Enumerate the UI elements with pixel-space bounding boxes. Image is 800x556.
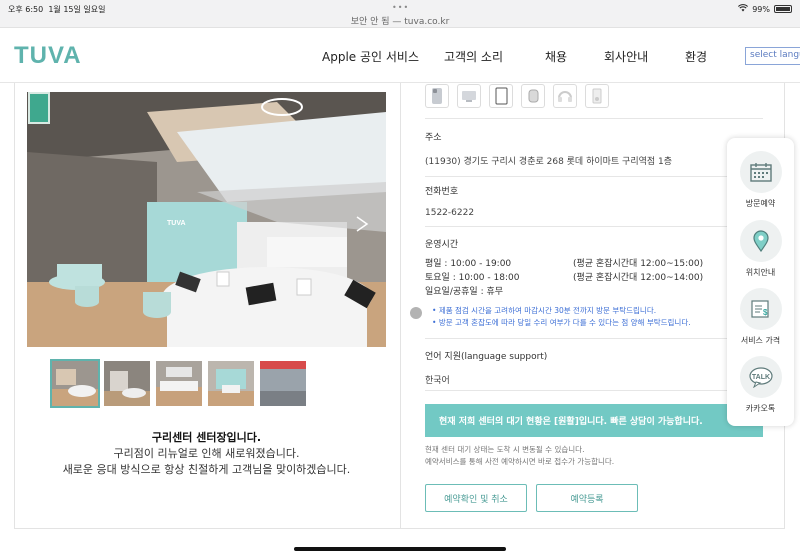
nav-customer-voice[interactable]: 고객의 소리	[444, 48, 545, 65]
quick-menu-label: 카카오톡	[745, 404, 776, 413]
nav-environment[interactable]: 환경	[685, 48, 707, 65]
site-header: TUVA Apple 공인 서비스 고객의 소리 채용 회사안내 환경 sele…	[0, 28, 800, 83]
language-section: 언어 지원(language support) 한국어	[425, 349, 763, 386]
address-bar-url[interactable]: 보안 안 됨 — tuva.co.kr	[0, 14, 800, 27]
hours-label-text: 운영시간	[425, 240, 459, 250]
main-nav: Apple 공인 서비스 고객의 소리 채용 회사안내 환경	[322, 48, 707, 65]
separator	[425, 226, 763, 227]
quick-location[interactable]: 위치안내	[727, 220, 794, 278]
phone-value[interactable]: 1522-6222	[425, 208, 763, 218]
nav-company[interactable]: 회사안내	[604, 48, 685, 65]
language-value: 한국어	[425, 376, 450, 386]
wifi-icon	[738, 4, 749, 14]
store-main-photo[interactable]: TUVA	[27, 92, 386, 347]
address-value: (11930) 경기도 구리시 경춘로 268 롯데 하이마트 구리역점 1층	[425, 157, 673, 167]
separator	[425, 118, 763, 119]
hours-label: 운영시간	[425, 237, 763, 250]
thumbnail-5[interactable]	[260, 361, 306, 406]
side-tab-marker[interactable]	[28, 92, 50, 124]
hours-day: 토요일 : 10:00 - 18:00	[425, 273, 520, 283]
hours-notes: 제품 점검 시간을 고려하여 마감시간 30분 전까지 방문 부탁드립니다. 방…	[432, 305, 691, 329]
battery-percent: 99%	[752, 4, 770, 14]
multitask-dots-icon[interactable]: •••	[392, 3, 409, 12]
hours-row: 일요일/공휴일 : 휴무	[425, 285, 763, 299]
reservation-register-button[interactable]: 예약등록	[536, 484, 638, 512]
hours-day: 일요일/공휴일 : 휴무	[425, 287, 504, 297]
mac-icon	[457, 84, 481, 108]
svg-text:TALK: TALK	[751, 374, 769, 381]
quick-menu-label: 방문예약	[745, 199, 776, 208]
hours-table: 평일 : 10:00 - 19:00 (평균 혼잡시간대 12:00~15:00)…	[425, 257, 763, 299]
hours-note: 제품 점검 시간을 고려하여 마감시간 30분 전까지 방문 부탁드립니다.	[432, 305, 691, 317]
nav-apple-service[interactable]: Apple 공인 서비스	[322, 48, 444, 65]
assistive-touch-dot[interactable]	[410, 307, 422, 319]
status-right: 99%	[738, 4, 792, 14]
ios-status-bar: 오후 6:50 1월 15일 일요일 ••• 보안 안 됨 — tuva.co.…	[0, 0, 800, 28]
column-divider	[400, 83, 401, 529]
nav-recruit[interactable]: 채용	[545, 48, 604, 65]
separator	[425, 390, 763, 391]
hours-row: 평일 : 10:00 - 19:00 (평균 혼잡시간대 12:00~15:00)	[425, 257, 763, 271]
address-section: 주소 (11930) 경기도 구리시 경춘로 268 롯데 하이마트 구리역점 …	[425, 130, 763, 167]
phone-section: 전화번호 1522-6222	[425, 184, 763, 218]
hours-row: 토요일 : 10:00 - 18:00 (평균 혼잡시간대 12:00~14:00…	[425, 271, 763, 285]
hours-busy: (평균 혼잡시간대 12:00~14:00)	[573, 273, 704, 283]
quick-menu-label: 위치안내	[745, 268, 776, 277]
hours-busy: (평균 혼잡시간대 12:00~15:00)	[573, 259, 704, 269]
reservation-check-button[interactable]: 예약확인 및 취소	[425, 484, 527, 512]
tuva-logo[interactable]: TUVA	[14, 42, 82, 70]
quick-visit-reservation[interactable]: 방문예약	[727, 151, 794, 209]
separator	[425, 338, 763, 339]
language-label: 언어 지원(language support)	[425, 352, 548, 362]
location-pin-icon	[739, 220, 782, 262]
quick-service-price[interactable]: $ 서비스 가격	[727, 288, 794, 346]
quick-menu: 방문예약 위치안내 $ 서비스 가격 TALK 카카오톡	[727, 138, 794, 426]
thumbnail-2[interactable]	[104, 361, 150, 406]
language-select[interactable]: select langua	[745, 47, 800, 65]
hours-day: 평일 : 10:00 - 19:00	[425, 259, 512, 269]
quick-menu-label: 서비스 가격	[740, 336, 781, 345]
wait-note: 현재 센터 대기 상태는 도착 시 변동될 수 있습니다.	[425, 445, 585, 454]
iphone-icon	[425, 84, 449, 108]
store-greeting: 구리센터 센터장입니다. 구리점이 리뉴얼로 인해 새로워졌습니다. 새로운 응…	[27, 430, 386, 478]
thumbnail-1[interactable]	[50, 359, 100, 408]
wait-status-notes: 현재 센터 대기 상태는 도착 시 변동될 수 있습니다. 예약서비스를 통해 …	[425, 444, 614, 468]
apple-watch-icon	[521, 84, 545, 108]
store-greeting-line1: 구리점이 리뉴얼로 인해 새로워졌습니다.	[113, 447, 300, 460]
airpods-max-icon	[553, 84, 577, 108]
address-label: 주소	[425, 133, 442, 143]
thumbnail-3[interactable]	[156, 361, 202, 406]
store-greeting-line2: 새로운 응대 방식으로 항상 친절하게 고객님을 맞이하겠습니다.	[62, 463, 351, 476]
home-indicator[interactable]	[294, 547, 506, 551]
phone-label: 전화번호	[425, 187, 459, 197]
wait-note: 예약서비스를 통해 사전 예약하시면 바로 접수가 가능합니다.	[425, 457, 615, 466]
ipod-icon	[585, 84, 609, 108]
hours-note: 방문 고객 혼잡도에 따라 당일 수리 여부가 다를 수 있다는 점 양해 부탁…	[432, 317, 691, 329]
price-receipt-icon: $	[739, 288, 782, 330]
calendar-icon	[739, 151, 782, 193]
svg-text:TUVA: TUVA	[167, 220, 186, 227]
battery-icon	[774, 5, 792, 13]
separator	[425, 176, 763, 177]
quick-kakaotalk[interactable]: TALK 카카오톡	[727, 356, 794, 414]
photo-thumbnails	[50, 359, 306, 408]
ipad-icon	[489, 84, 513, 108]
store-greeting-title: 구리센터 센터장입니다.	[151, 431, 262, 444]
wait-status-banner: 현재 저희 센터의 대기 현황은 [원활]입니다. 빠른 상담이 가능합니다.	[425, 404, 763, 437]
thumbnail-4[interactable]	[208, 361, 254, 406]
supported-devices	[425, 84, 609, 108]
svg-text:$: $	[763, 308, 768, 317]
kakaotalk-icon: TALK	[739, 356, 782, 398]
